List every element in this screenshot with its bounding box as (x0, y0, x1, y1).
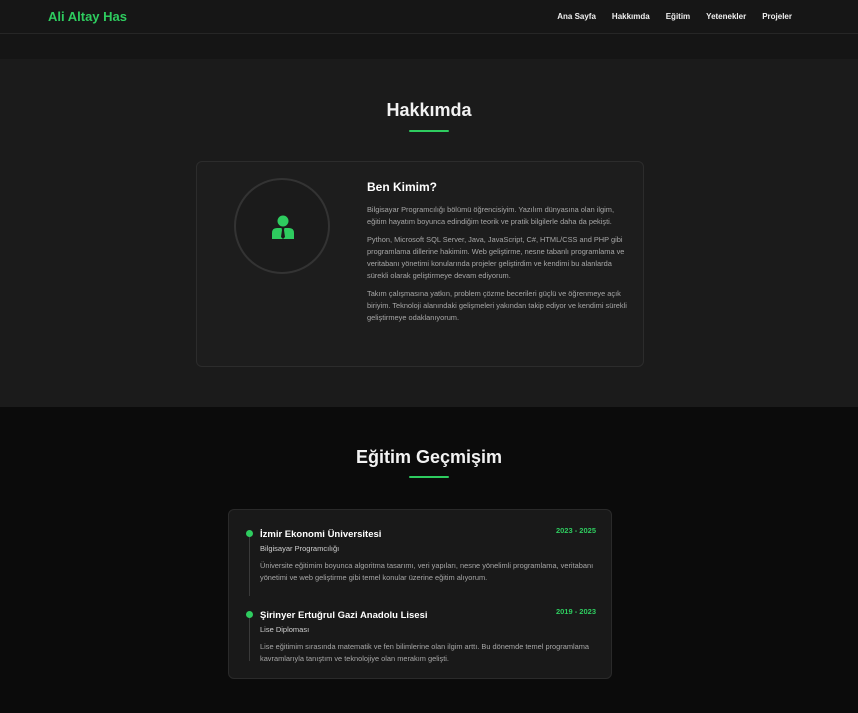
nav-menu: Ana Sayfa Hakkımda Eğitim Yetenekler Pro… (557, 12, 792, 21)
timeline-dot (246, 611, 253, 618)
school-name: İzmir Ekonomi Üniversitesi (260, 529, 382, 540)
hero-bottom-strip (0, 34, 858, 59)
about-section: Hakkımda Ben Kimim? Bilgisayar Programcı… (0, 59, 858, 407)
about-paragraph-3: Takım çalışmasına yatkın, problem çözme … (367, 289, 627, 322)
timeline-line (249, 617, 250, 661)
nav-link-education[interactable]: Eğitim (666, 12, 690, 21)
about-paragraph-2: Python, Microsoft SQL Server, Java, Java… (367, 235, 625, 280)
degree-name: Bilgisayar Programcılığı (260, 544, 340, 553)
education-description: Üniversite eğitimim boyunca algoritma ta… (260, 561, 594, 582)
education-description: Lise eğitimim sırasında matematik ve fen… (260, 642, 590, 663)
about-paragraph-1: Bilgisayar Programcılığı bölümü öğrencis… (367, 205, 615, 226)
education-entry: İzmir Ekonomi Üniversitesi 2023 - 2025 B… (260, 526, 596, 584)
about-title: Hakkımda (386, 100, 472, 120)
nav-link-home[interactable]: Ana Sayfa (557, 12, 596, 21)
degree-name: Lise Diploması (260, 625, 310, 634)
timeline-dot (246, 530, 253, 537)
year-range: 2019 - 2023 (555, 607, 596, 616)
brand-logo[interactable]: Ali Altay Has (48, 9, 127, 24)
about-heading: Ben Kimim? (367, 180, 438, 194)
title-underline (409, 130, 449, 132)
navbar: Ali Altay Has Ana Sayfa Hakkımda Eğitim … (0, 0, 858, 34)
about-card: Ben Kimim? Bilgisayar Programcılığı bölü… (196, 161, 644, 367)
title-underline (409, 476, 449, 478)
nav-link-about[interactable]: Hakkımda (612, 12, 650, 21)
education-title: Eğitim Geçmişim (355, 447, 503, 467)
user-tie-icon (272, 215, 294, 239)
about-text: Ben Kimim? Bilgisayar Programcılığı bölü… (367, 180, 629, 330)
school-name: Şirinyer Ertuğrul Gazi Anadolu Lisesi (260, 610, 428, 621)
nav-link-skills[interactable]: Yetenekler (706, 12, 746, 21)
timeline-line (249, 534, 250, 596)
nav-link-projects[interactable]: Projeler (762, 12, 792, 21)
avatar (234, 178, 330, 274)
year-range: 2023 - 2025 (555, 526, 596, 535)
education-section: Eğitim Geçmişim İzmir Ekonomi Üniversite… (0, 407, 858, 713)
education-card: İzmir Ekonomi Üniversitesi 2023 - 2025 B… (228, 509, 612, 679)
education-entry: Şirinyer Ertuğrul Gazi Anadolu Lisesi 20… (260, 607, 596, 665)
